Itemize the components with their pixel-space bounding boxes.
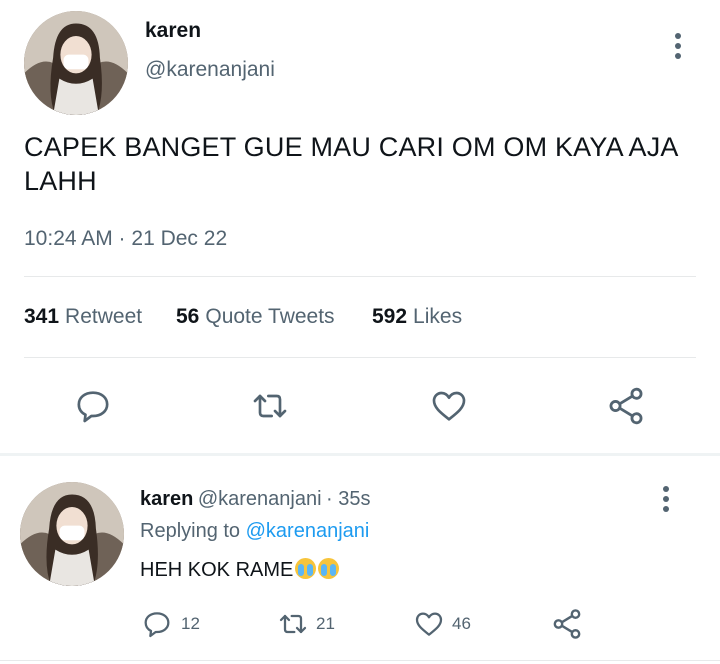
reply-text-content: HEH KOK RAME: [140, 559, 294, 581]
share-icon: [553, 609, 581, 639]
like-button[interactable]: [428, 386, 470, 426]
author-handle[interactable]: @karenanjani: [145, 58, 275, 82]
likes-count-value: 592: [372, 305, 408, 328]
tweet-timestamp[interactable]: 10:24 AM · 21 Dec 22: [24, 227, 227, 251]
more-options-icon[interactable]: [666, 29, 690, 69]
reply-count: 12: [181, 614, 200, 633]
crying-face-emoji: [318, 558, 340, 579]
divider: [24, 357, 696, 358]
reply-author-handle[interactable]: @karenanjani: [198, 488, 322, 510]
reply-share-button[interactable]: [550, 607, 584, 641]
crying-face-emoji: [295, 558, 317, 579]
like-count: 46: [452, 614, 471, 633]
share-icon: [609, 387, 643, 425]
reply-author-name[interactable]: karen: [140, 488, 193, 510]
like-icon: [432, 391, 466, 421]
reply-retweet-button[interactable]: 21: [276, 608, 335, 640]
reply-icon: [144, 612, 170, 638]
replying-to-link[interactable]: @karenanjani: [246, 520, 370, 542]
author-name[interactable]: karen: [145, 19, 201, 43]
reply-reply-button[interactable]: 12: [141, 608, 200, 640]
likes-count-label: Likes: [413, 305, 463, 328]
reply-like-button[interactable]: 46: [412, 608, 471, 640]
reply-time[interactable]: · 35s: [326, 488, 370, 510]
retweet-count-value: 341: [24, 305, 60, 328]
divider: [24, 276, 696, 277]
retweet-icon: [279, 614, 307, 634]
retweet-button[interactable]: [249, 386, 291, 426]
quote-tweets-count[interactable]: 56 Quote Tweets: [176, 305, 335, 329]
retweet-count-small: 21: [316, 614, 335, 633]
quote-count-label: Quote Tweets: [205, 305, 335, 328]
tweet-text: CAPEK BANGET GUE MAU CARI OM OM KAYA AJA…: [24, 132, 678, 196]
reply-button[interactable]: [73, 386, 113, 426]
reply-more-options-icon[interactable]: [654, 482, 678, 522]
reply-text: HEH KOK RAME: [140, 558, 340, 582]
section-separator: [0, 453, 720, 456]
reply-avatar[interactable]: [20, 482, 124, 586]
replying-to-prefix: Replying to: [140, 520, 241, 542]
quote-count-value: 56: [176, 305, 200, 328]
likes-count[interactable]: 592 Likes: [372, 305, 462, 329]
reply-icon: [77, 391, 109, 423]
divider: [0, 660, 720, 661]
share-button[interactable]: [605, 385, 647, 427]
retweet-icon: [253, 394, 287, 418]
reply-header: karen @karenanjani · 35s: [140, 488, 370, 511]
avatar[interactable]: [24, 11, 128, 115]
retweet-count-label: Retweet: [65, 305, 143, 328]
retweet-count[interactable]: 341 Retweet: [24, 305, 142, 329]
replying-to: Replying to @karenanjani: [140, 520, 369, 543]
like-icon: [415, 612, 443, 636]
